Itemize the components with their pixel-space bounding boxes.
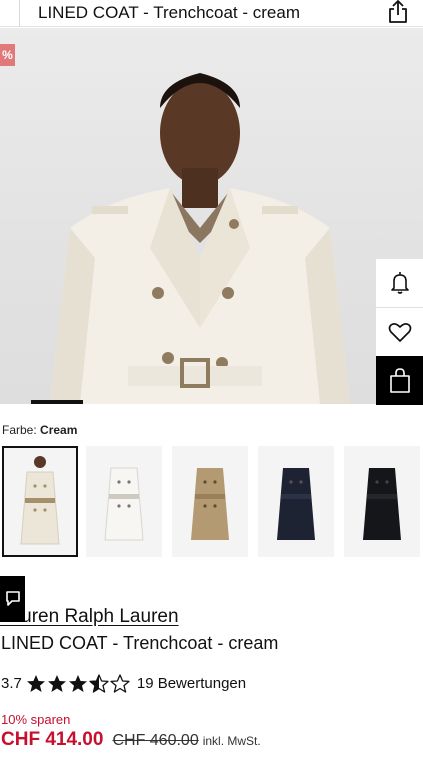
coat-thumbnail bbox=[363, 467, 401, 540]
swatch-white[interactable] bbox=[86, 446, 162, 557]
coat-thumbnail bbox=[277, 467, 315, 540]
rating-row[interactable]: 3.7 19 Bewertungen bbox=[1, 674, 246, 693]
gallery-progress-indicator bbox=[31, 400, 83, 404]
color-swatches bbox=[2, 446, 423, 557]
color-value: Cream bbox=[40, 423, 78, 437]
rating-score: 3.7 bbox=[1, 675, 22, 692]
chat-button[interactable] bbox=[0, 576, 25, 622]
rating-stars bbox=[26, 674, 131, 693]
star-full-icon bbox=[68, 675, 87, 692]
review-count: 19 Bewertungen bbox=[136, 675, 247, 692]
product-image[interactable] bbox=[0, 28, 423, 404]
coat-thumbnail bbox=[20, 455, 60, 544]
shopping-bag-icon bbox=[389, 367, 410, 393]
star-half-icon bbox=[89, 674, 109, 693]
wishlist-button[interactable] bbox=[376, 308, 423, 356]
star-empty-icon bbox=[110, 674, 130, 693]
chat-icon bbox=[5, 591, 20, 606]
swatch-cream[interactable] bbox=[2, 446, 78, 557]
page-title: LINED COAT - Trenchcoat - cream bbox=[38, 3, 300, 22]
notify-button[interactable] bbox=[376, 259, 423, 307]
original-price: CHF 460.00 bbox=[112, 732, 199, 749]
divider bbox=[19, 0, 20, 27]
discount-label: 10% sparen bbox=[1, 712, 71, 727]
swatch-navy[interactable] bbox=[258, 446, 334, 557]
add-to-bag-button[interactable] bbox=[376, 356, 423, 405]
coat-thumbnail bbox=[191, 467, 229, 540]
model-illustration bbox=[50, 73, 350, 404]
swatch-khaki[interactable] bbox=[172, 446, 248, 557]
top-bar: LINED COAT - Trenchcoat - cream bbox=[0, 0, 423, 27]
star-full-icon bbox=[47, 675, 66, 692]
product-name: LINED COAT - Trenchcoat - cream bbox=[1, 633, 279, 653]
color-label: Farbe: Cream bbox=[2, 423, 77, 437]
share-icon[interactable] bbox=[387, 0, 409, 24]
color-label-prefix: Farbe: bbox=[2, 423, 37, 437]
swatch-black[interactable] bbox=[344, 446, 420, 557]
bell-icon bbox=[390, 272, 409, 294]
brand-link[interactable]: Lauren Ralph Lauren bbox=[0, 606, 179, 628]
price-row: CHF 414.00 CHF 460.00 inkl. MwSt. bbox=[1, 729, 261, 751]
heart-icon bbox=[388, 323, 411, 342]
coat-thumbnail bbox=[104, 467, 144, 540]
vat-note: inkl. MwSt. bbox=[202, 734, 261, 748]
current-price: CHF 414.00 bbox=[1, 729, 104, 750]
star-full-icon bbox=[26, 675, 45, 692]
discount-badge: % bbox=[0, 44, 15, 66]
